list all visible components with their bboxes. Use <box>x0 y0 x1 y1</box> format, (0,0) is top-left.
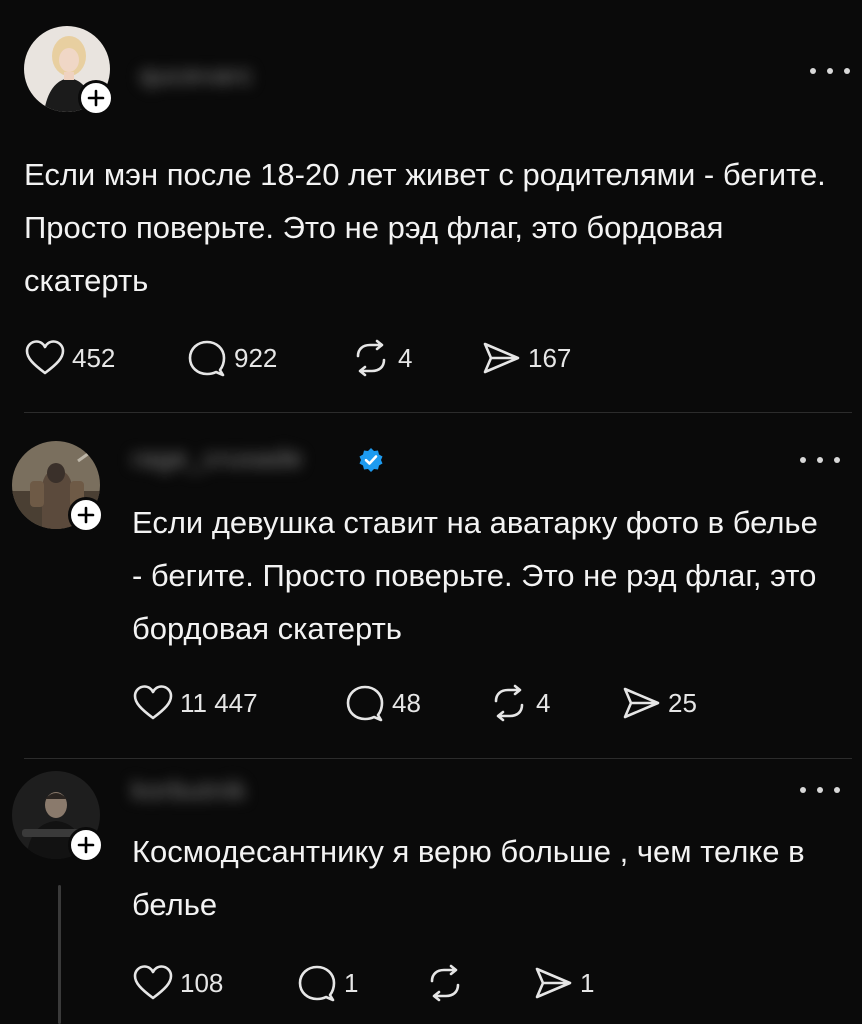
share-icon <box>535 967 572 999</box>
reply-count: 922 <box>234 342 278 373</box>
more-icon <box>800 457 806 463</box>
reply-button[interactable]: 1 <box>296 963 424 1003</box>
reply-button[interactable]: 48 <box>344 683 488 723</box>
share-count: 167 <box>528 342 572 373</box>
share-count: 25 <box>668 687 697 718</box>
plus-icon <box>77 506 95 524</box>
repost-button[interactable] <box>424 963 532 1003</box>
verified-icon <box>359 448 383 472</box>
like-count: 452 <box>72 342 116 373</box>
follow-button[interactable] <box>78 80 114 116</box>
share-icon <box>623 687 660 719</box>
more-icon <box>810 68 816 74</box>
post-actions: 108 1 1 <box>132 963 594 1003</box>
heart-icon <box>25 340 65 375</box>
share-button[interactable]: 167 <box>480 338 571 378</box>
heart-icon <box>133 685 173 720</box>
reply-count: 48 <box>392 687 421 718</box>
more-options-button[interactable] <box>800 453 840 467</box>
more-icon-dot <box>834 457 840 463</box>
post-actions: 452 922 4 167 <box>24 338 571 378</box>
post-3: korbutnik Космодесантнику я верю больше … <box>0 759 862 1024</box>
repost-button[interactable]: 4 <box>488 683 620 723</box>
post-2: rage_crusade Если девушка ставит на ават… <box>0 413 862 758</box>
share-icon <box>483 342 520 374</box>
more-icon-dot <box>817 787 823 793</box>
more-icon <box>800 787 806 793</box>
share-button[interactable]: 1 <box>532 963 594 1003</box>
plus-icon <box>77 836 95 854</box>
like-count: 108 <box>180 967 224 998</box>
post-1: qucevarc Если мэн после 18-20 лет живет … <box>0 0 862 412</box>
like-button[interactable]: 108 <box>132 963 296 1003</box>
reply-button[interactable]: 922 <box>186 338 350 378</box>
reply-count: 1 <box>344 967 359 998</box>
repost-count: 4 <box>398 342 413 373</box>
more-icon-dot <box>827 68 833 74</box>
repost-icon <box>430 964 460 1002</box>
repost-count: 4 <box>536 687 551 718</box>
username[interactable]: qucevarc <box>140 60 254 91</box>
repost-icon <box>494 684 524 722</box>
like-button[interactable]: 11 447 <box>132 683 344 723</box>
post-text: Если мэн после 18-20 лет живет с родител… <box>24 157 826 298</box>
comment-icon <box>346 685 384 722</box>
repost-button[interactable]: 4 <box>350 338 480 378</box>
like-button[interactable]: 452 <box>24 338 186 378</box>
follow-button[interactable] <box>68 497 104 533</box>
more-icon-dot <box>834 787 840 793</box>
heart-icon <box>133 965 173 1000</box>
follow-button[interactable] <box>68 827 104 863</box>
share-button[interactable]: 25 <box>620 683 697 723</box>
post-actions: 11 447 48 4 25 <box>132 683 697 723</box>
more-icon-dot <box>817 457 823 463</box>
plus-icon <box>87 89 105 107</box>
like-count: 11 447 <box>180 687 258 718</box>
thread-line <box>58 885 61 1024</box>
share-count: 1 <box>580 967 595 998</box>
repost-icon <box>356 339 386 377</box>
comment-icon <box>298 965 336 1002</box>
username[interactable]: korbutnik <box>132 775 247 806</box>
more-options-button[interactable] <box>810 64 850 78</box>
username[interactable]: rage_crusade <box>132 443 303 474</box>
more-icon-dot <box>844 68 850 74</box>
post-text: Если девушка ставит на аватарку фото в б… <box>132 505 818 646</box>
post-text: Космодесантнику я верю больше , чем телк… <box>132 834 805 922</box>
comment-icon <box>188 340 226 377</box>
more-options-button[interactable] <box>800 783 840 797</box>
